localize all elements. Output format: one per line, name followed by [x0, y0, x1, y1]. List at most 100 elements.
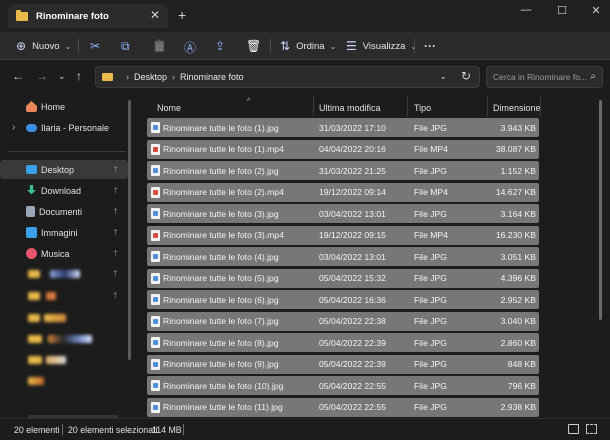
- column-header-name[interactable]: Nome ^: [157, 98, 250, 116]
- search-placeholder: Cerca in Rinominare fo...: [493, 72, 588, 82]
- column-header-type[interactable]: Tipo: [414, 100, 431, 116]
- share-icon[interactable]: ⇪: [215, 39, 225, 53]
- file-row[interactable]: Rinominare tutte le foto (3).jpg 03/04/20…: [147, 204, 539, 223]
- file-row[interactable]: Rinominare tutte le foto (9).jpg 05/04/20…: [147, 354, 539, 374]
- file-type: File JPG: [414, 294, 447, 305]
- maximize-button[interactable]: ☐: [552, 4, 572, 17]
- large-icons-view-icon[interactable]: [586, 424, 597, 434]
- blurred-label: [46, 292, 56, 300]
- pin-icon: †: [113, 165, 118, 174]
- new-tab-button[interactable]: +: [178, 7, 186, 23]
- minimize-button[interactable]: —: [516, 4, 536, 16]
- title-bar: Rinominare foto ✕ + — ☐ ✕: [0, 0, 610, 32]
- file-row[interactable]: Rinominare tutte le foto (7).jpg 05/04/20…: [147, 311, 539, 331]
- sidebar-item-immagini[interactable]: Immagini †: [0, 223, 128, 242]
- file-row[interactable]: Rinominare tutte le foto (2).mp4 19/12/20…: [147, 182, 539, 202]
- sidebar-item-label: Documenti: [39, 206, 83, 217]
- file-name: Rinominare tutte le foto (3).jpg: [163, 208, 279, 219]
- pin-icon: †: [113, 186, 118, 195]
- file-modified-date: 05/04/2022 22:39: [319, 337, 386, 348]
- sidebar-item-musica[interactable]: Musica †: [0, 244, 128, 263]
- column-header-modified[interactable]: Ultima modifica: [319, 100, 381, 116]
- sidebar-item-download[interactable]: Download †: [0, 181, 128, 200]
- sidebar-scrollbar[interactable]: [128, 100, 131, 360]
- refresh-button[interactable]: ↻: [461, 69, 471, 83]
- file-type: File JPG: [414, 402, 447, 412]
- breadcrumb-current-folder[interactable]: Rinominare foto: [180, 72, 244, 82]
- item-count: 20 elementi: [14, 425, 60, 435]
- file-row[interactable]: Rinominare tutte le foto (4).jpg 03/04/20…: [147, 247, 539, 266]
- sidebar-item-onedrive[interactable]: › Ilaria - Personale: [0, 118, 128, 137]
- file-size: 3.164 KB: [500, 208, 536, 219]
- expand-chevron-icon[interactable]: ›: [12, 122, 15, 133]
- image-file-icon: [151, 165, 160, 176]
- file-size: 3.051 KB: [500, 251, 536, 262]
- file-type: File JPG: [414, 208, 447, 219]
- sidebar-item-desktop[interactable]: Desktop †: [0, 160, 128, 179]
- address-dropdown-icon[interactable]: ⌄: [439, 71, 447, 82]
- delete-icon[interactable]: 🗑: [246, 39, 261, 53]
- sidebar-item-home[interactable]: Home: [0, 97, 128, 116]
- selection-count: 20 elementi selezionati: [68, 425, 158, 435]
- view-button[interactable]: ☰ Visualizza ⌄: [346, 36, 417, 56]
- file-name: Rinominare tutte le foto (5).jpg: [163, 273, 279, 283]
- close-window-button[interactable]: ✕: [586, 4, 606, 17]
- file-name: Rinominare tutte le foto (10).jpg: [163, 380, 284, 391]
- toolbar-divider: [270, 39, 271, 53]
- details-view-icon[interactable]: [568, 424, 579, 434]
- image-file-icon: [151, 358, 160, 370]
- file-modified-date: 31/03/2022 21:25: [319, 165, 386, 176]
- back-button[interactable]: ←: [12, 69, 24, 83]
- image-file-icon: [151, 272, 160, 284]
- file-modified-date: 03/04/2022 13:01: [319, 208, 386, 219]
- image-file-icon: [151, 122, 160, 133]
- file-modified-date: 05/04/2022 22:38: [319, 316, 386, 326]
- sort-button[interactable]: ⇅ Ordina ⌄: [280, 36, 336, 56]
- column-divider[interactable]: [487, 96, 488, 116]
- file-name: Rinominare tutte le foto (1).jpg: [163, 122, 279, 133]
- close-tab-icon[interactable]: ✕: [150, 8, 160, 22]
- rename-icon[interactable]: Ⓐ: [184, 39, 196, 56]
- file-list-scrollbar[interactable]: [599, 100, 602, 320]
- file-row[interactable]: Rinominare tutte le foto (10).jpg 05/04/2…: [147, 376, 539, 395]
- breadcrumb-desktop[interactable]: Desktop: [134, 72, 167, 82]
- file-size: 38.087 KB: [495, 144, 536, 154]
- file-row[interactable]: Rinominare tutte le foto (11).jpg 05/04/2…: [147, 397, 539, 417]
- file-size: 2.952 KB: [500, 294, 536, 305]
- column-divider[interactable]: [313, 96, 314, 116]
- up-button[interactable]: ↑: [76, 69, 82, 83]
- search-input[interactable]: Cerca in Rinominare fo... ⌕: [486, 66, 603, 88]
- file-row[interactable]: Rinominare tutte le foto (1).jpg 31/03/20…: [147, 118, 539, 137]
- sidebar-item-documenti[interactable]: Documenti †: [0, 202, 128, 221]
- file-row[interactable]: Rinominare tutte le foto (1).mp4 04/04/20…: [147, 139, 539, 159]
- video-file-icon: [151, 143, 160, 155]
- tab-rinominare-foto[interactable]: Rinominare foto ✕: [8, 4, 168, 28]
- pin-icon: †: [113, 207, 118, 216]
- file-row[interactable]: Rinominare tutte le foto (3).mp4 19/12/20…: [147, 225, 539, 245]
- column-divider[interactable]: [407, 96, 408, 116]
- file-row[interactable]: Rinominare tutte le foto (6).jpg 05/04/20…: [147, 290, 539, 309]
- more-options-icon[interactable]: ···: [424, 39, 436, 53]
- column-header-size[interactable]: Dimensione: [493, 100, 541, 116]
- file-row[interactable]: Rinominare tutte le foto (5).jpg 05/04/20…: [147, 268, 539, 288]
- tab-title: Rinominare foto: [36, 10, 109, 22]
- copy-icon[interactable]: ⧉: [121, 39, 130, 54]
- folder-icon: [28, 314, 40, 322]
- cut-icon[interactable]: ✂: [90, 39, 100, 53]
- column-divider[interactable]: [540, 96, 541, 116]
- address-row: ← → ⌄ ↑ › Desktop › Rinominare foto ⌄ ↻ …: [0, 60, 610, 94]
- pin-icon: †: [113, 249, 118, 258]
- paste-icon[interactable]: 📋: [152, 39, 167, 53]
- address-bar[interactable]: › Desktop › Rinominare foto ⌄ ↻: [95, 66, 480, 88]
- forward-button[interactable]: →: [36, 69, 48, 83]
- column-label: Tipo: [414, 103, 432, 113]
- file-name: Rinominare tutte le foto (4).jpg: [163, 251, 279, 262]
- recent-locations-button[interactable]: ⌄: [58, 71, 66, 82]
- search-icon: ⌕: [590, 71, 596, 82]
- new-button[interactable]: ⊕ Nuovo ⌄: [16, 36, 71, 56]
- blurred-label: [44, 314, 66, 322]
- image-file-icon: [151, 251, 160, 262]
- file-row[interactable]: Rinominare tutte le foto (8).jpg 05/04/20…: [147, 333, 539, 352]
- file-row[interactable]: Rinominare tutte le foto (2).jpg 31/03/20…: [147, 161, 539, 180]
- file-size: 1.152 KB: [500, 165, 536, 176]
